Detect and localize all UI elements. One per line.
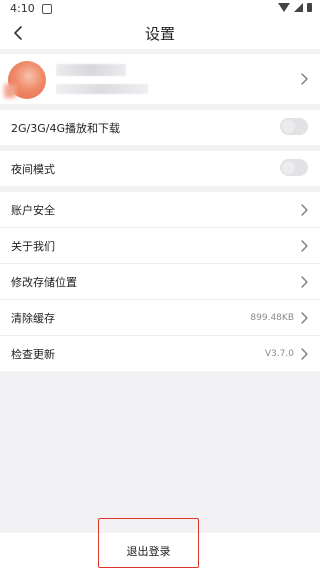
menu-row-clear-cache[interactable]: 清除缓存 899.48KB (0, 300, 320, 335)
night-mode-row[interactable]: 夜间模式 (0, 151, 320, 186)
battery-icon (307, 3, 312, 12)
menu-row-label: 检查更新 (11, 347, 55, 361)
night-mode-toggle[interactable] (280, 159, 308, 176)
chevron-right-icon (301, 312, 308, 324)
nav-bar: 设置 (0, 17, 320, 49)
status-time: 4:10 (10, 2, 35, 15)
menu-row-account-security[interactable]: 账户安全 (0, 192, 320, 227)
back-arrow-icon[interactable] (10, 25, 26, 41)
network-download-label: 2G/3G/4G播放和下载 (11, 121, 120, 135)
version-value: V3.7.0 (264, 348, 294, 359)
wifi-icon (278, 3, 290, 12)
page-title: 设置 (144, 24, 175, 43)
chevron-right-icon (301, 348, 308, 360)
profile-name (56, 64, 126, 76)
menu-row-label: 清除缓存 (11, 311, 55, 325)
network-download-row[interactable]: 2G/3G/4G播放和下载 (0, 110, 320, 145)
status-icons (278, 3, 312, 12)
chevron-right-icon (301, 276, 308, 288)
network-download-toggle[interactable] (280, 118, 308, 135)
night-mode-label: 夜间模式 (11, 162, 55, 176)
chevron-right-icon (301, 73, 308, 85)
menu-row-about-us[interactable]: 关于我们 (0, 228, 320, 263)
status-bar: 4:10 (0, 0, 320, 17)
profile-uid (56, 84, 148, 94)
chevron-right-icon (301, 204, 308, 216)
menu-row-check-update[interactable]: 检查更新 V3.7.0 (0, 336, 320, 371)
menu-row-storage-location[interactable]: 修改存储位置 (0, 264, 320, 299)
logout-button[interactable]: 退出登录 (98, 533, 199, 569)
menu-row-label: 修改存储位置 (11, 275, 77, 289)
cache-size-value: 899.48KB (250, 312, 294, 323)
menu-row-label: 关于我们 (11, 239, 55, 253)
menu-row-label: 账户安全 (11, 203, 55, 217)
toggle-knob (282, 161, 295, 174)
avatar-edge (4, 84, 16, 98)
chevron-right-icon (301, 240, 308, 252)
profile-card[interactable] (0, 54, 320, 104)
notification-icon (41, 3, 52, 14)
signal-icon (294, 3, 303, 12)
toggle-knob (282, 120, 295, 133)
